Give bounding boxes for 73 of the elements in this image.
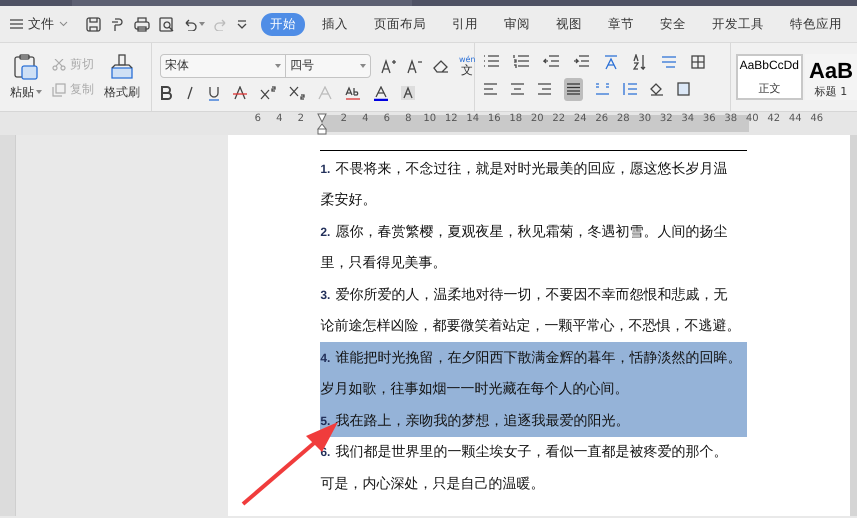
phonetic-guide-button[interactable]: wén 文 [458, 56, 476, 76]
ribbon-tab[interactable]: 特色应用 [781, 12, 851, 36]
ribbon-tab[interactable]: 章节 [599, 12, 643, 36]
shrink-font-icon[interactable] [406, 58, 423, 74]
list-number: 2. [320, 224, 330, 239]
distributed-icon[interactable] [594, 83, 610, 95]
caret-icon[interactable] [36, 90, 42, 94]
ribbon-tab[interactable]: 视图 [547, 12, 591, 36]
line-text: 我在路上，亲吻我的梦想，追逐我最爱的阳光。 [335, 412, 630, 430]
save-icon[interactable] [86, 16, 101, 32]
line-spacing-icon[interactable] [622, 82, 637, 96]
line-text: 论前途怎样凶险，都要微笑着站定，一颗平常心，不恐惧，不逃避。 [320, 317, 740, 336]
line-text: 里，只看得见美事。 [320, 254, 446, 272]
ribbon-tab[interactable]: 安全 [651, 12, 695, 36]
line-text: 岁月如歌，往事如烟一一时光藏在每个人的心间。 [320, 380, 628, 398]
font-color-icon[interactable] [374, 86, 388, 100]
ribbon-tab[interactable]: 引用 [443, 12, 487, 36]
list-number: 4. [320, 350, 330, 365]
chevron-icon [59, 21, 68, 27]
file-menu[interactable]: 文件 [0, 15, 74, 33]
character-shading-icon[interactable] [400, 86, 415, 100]
line-text: 愿你，春赏繁樱，夏观夜星，秋见霜菊，冬遇初雪。人间的扬尘 [335, 222, 728, 241]
sort-icon[interactable] [632, 54, 647, 70]
highlight-icon[interactable] [344, 86, 361, 100]
list-number: 1. [320, 162, 330, 176]
justify-icon [566, 82, 581, 94]
shading-bucket-icon[interactable] [648, 82, 665, 96]
ribbon-tab[interactable]: 页面布局 [365, 12, 435, 36]
format-painter-button[interactable]: 格式刷 [100, 52, 144, 102]
line-text: 爱你所爱的人，温柔地对待一切，不要因不幸而怨恨和悲戚，无 [335, 286, 728, 304]
print-preview-icon[interactable] [159, 16, 174, 32]
decrease-indent-icon[interactable] [542, 55, 559, 68]
paste-button[interactable]: 粘贴 [6, 52, 46, 102]
scissors-icon [52, 58, 66, 70]
bold-icon[interactable] [160, 86, 172, 100]
subscript-icon[interactable] [288, 86, 305, 100]
italic-icon[interactable] [184, 86, 195, 100]
numbered-list-icon[interactable] [512, 55, 529, 68]
scrollbar[interactable] [850, 135, 857, 516]
copy-icon [52, 82, 66, 96]
undo-icon[interactable] [183, 18, 197, 30]
style-gallery-item[interactable]: AaBbCcDd 正文 [736, 54, 803, 100]
ribbon-tab[interactable]: 插入 [313, 12, 357, 36]
menu-icon [10, 19, 23, 29]
eraser-icon[interactable] [432, 58, 449, 72]
align-center-icon[interactable] [510, 83, 525, 95]
line-text: 不畏将来，不念过往，就是对时光最美的回应，愿这悠长岁月温 [335, 160, 728, 178]
dropdown-icon[interactable] [237, 20, 247, 28]
increase-indent-icon[interactable] [572, 55, 589, 68]
border-icon[interactable] [676, 82, 690, 96]
underline-icon[interactable] [208, 86, 220, 100]
ribbon-tab[interactable]: 开发工具 [703, 12, 773, 36]
line-text: 柔安好。 [320, 191, 376, 210]
justify-button[interactable] [564, 78, 583, 100]
list-number: 3. [320, 288, 330, 302]
line-text: 我们都是世界里的一颗尘埃女子，看似一直都是被疼爱的那个。 [335, 443, 728, 462]
text-direction-icon[interactable] [602, 54, 619, 70]
align-left-icon[interactable] [482, 83, 498, 95]
clipboard-icon [14, 54, 38, 80]
indent-marker-icon[interactable] [317, 112, 328, 134]
ribbon-tab[interactable]: 审阅 [495, 12, 539, 36]
grow-font-icon[interactable] [380, 58, 397, 74]
list-number: 5. [320, 414, 330, 428]
caret-icon[interactable] [199, 22, 205, 26]
print-icon[interactable] [134, 16, 150, 32]
strikethrough-icon[interactable] [232, 86, 247, 100]
table-grid-icon[interactable] [690, 54, 705, 68]
bullet-list-icon[interactable] [482, 55, 499, 68]
superscript-icon[interactable] [260, 86, 276, 100]
line-text: 谁能把时光挽留，在夕阳西下散满金辉的暮年，恬静淡然的回眸。 [335, 348, 742, 367]
brush-icon [111, 54, 133, 80]
line-text: 可是，内心深处，只是自己的温暖。 [320, 474, 544, 493]
align-right-icon[interactable] [536, 83, 552, 95]
